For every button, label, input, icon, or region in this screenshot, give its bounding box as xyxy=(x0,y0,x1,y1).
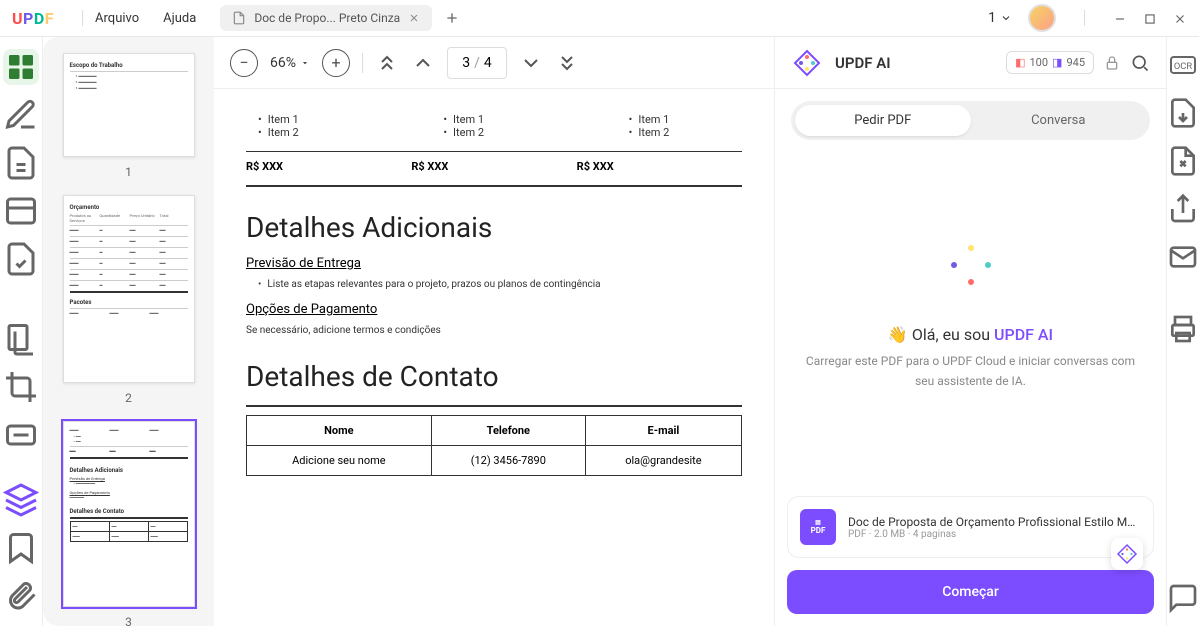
document-tab[interactable]: Doc de Propo... Preto Cinza xyxy=(220,5,432,31)
titlebar: UPDF Arquivo Ajuda Doc de Propo... Preto… xyxy=(0,0,1199,37)
attachment-tool[interactable] xyxy=(3,578,39,614)
avatar[interactable] xyxy=(1028,4,1056,32)
left-toolbar xyxy=(0,37,43,626)
credits-display[interactable]: ◧100 ◨945 xyxy=(1006,51,1094,74)
thumbnail-label: 3 xyxy=(59,615,198,626)
share-tool[interactable] xyxy=(1167,193,1199,225)
separator xyxy=(82,10,83,26)
layers-tool[interactable] xyxy=(3,482,39,518)
document-icon xyxy=(232,11,246,25)
ai-subtext: Carregar este PDF para o UPDF Cloud e in… xyxy=(799,352,1142,390)
separator xyxy=(362,53,363,73)
new-tab-button[interactable] xyxy=(440,6,464,30)
annotate-tool[interactable] xyxy=(3,145,39,181)
start-button[interactable]: Começar xyxy=(787,570,1154,614)
thumbnail-2[interactable]: Orçamento Produtos ou ServiçosQuantidade… xyxy=(63,195,195,383)
crop-tool[interactable] xyxy=(3,369,39,405)
page-input[interactable]: 3 / 4 xyxy=(447,47,507,79)
chat-tool[interactable] xyxy=(1167,582,1199,614)
file-meta: PDF · 2.0 MB · 4 paginas xyxy=(848,529,1141,540)
ai-tabs: Pedir PDF Conversa xyxy=(775,89,1166,140)
heading-payment: Opções de Pagamento xyxy=(246,302,742,317)
thumbnail-1[interactable]: Escopo do Trabalho • ━━━━━━• ━━━━━━• ━━━… xyxy=(63,53,195,157)
redact-tool[interactable] xyxy=(3,417,39,453)
ai-file-card: ▤PDF Doc de Proposta de Orçamento Profis… xyxy=(787,496,1154,558)
heading-contact: Detalhes de Contato xyxy=(246,360,742,393)
document-toolbar: − 66% + 3 / 4 xyxy=(214,37,774,89)
last-page-button[interactable] xyxy=(555,51,579,75)
next-page-button[interactable] xyxy=(519,51,543,75)
ai-body: 👋Olá, eu sou UPDF AI Carregar este PDF p… xyxy=(775,140,1166,496)
edit-tool[interactable] xyxy=(3,97,39,133)
zoom-in-button[interactable]: + xyxy=(322,49,350,77)
updf-ai-logo-icon xyxy=(791,47,823,79)
maximize-icon[interactable] xyxy=(1143,11,1157,25)
menu-ajuda[interactable]: Ajuda xyxy=(163,11,196,26)
file-name: Doc de Proposta de Orçamento Profissiona… xyxy=(848,515,1141,529)
separator xyxy=(1084,10,1085,26)
app-logo: UPDF xyxy=(12,9,54,28)
thumbnail-3[interactable]: ━━━━━━━━━ • ━━• ━━ ━━━━━━ Detalhes Adici… xyxy=(63,421,195,607)
thumbnails-tool[interactable] xyxy=(3,49,39,85)
thumbnails-panel: Escopo do Trabalho • ━━━━━━• ━━━━━━• ━━━… xyxy=(43,37,214,626)
right-toolbar: OCR xyxy=(1166,37,1199,626)
ocr-tool[interactable]: OCR xyxy=(1167,49,1199,81)
svg-text:OCR: OCR xyxy=(1174,61,1192,72)
ai-title: UPDF AI xyxy=(835,54,891,72)
bookmark-tool[interactable] xyxy=(3,530,39,566)
menu-arquivo[interactable]: Arquivo xyxy=(95,11,139,26)
forecast-text: Liste as etapas relevantes para o projet… xyxy=(246,279,742,290)
tab-pedir-pdf[interactable]: Pedir PDF xyxy=(795,105,971,136)
zoom-out-button[interactable]: − xyxy=(230,49,258,77)
thumbnail-label: 1 xyxy=(59,165,198,179)
tab-conversa[interactable]: Conversa xyxy=(971,105,1147,136)
close-window-icon[interactable] xyxy=(1173,11,1187,25)
dropdown-icon xyxy=(300,58,310,68)
tab-title: Doc de Propo... Preto Cinza xyxy=(254,11,400,25)
thumbnail-label: 2 xyxy=(59,391,198,405)
print-tool[interactable] xyxy=(1167,313,1199,345)
ai-header: UPDF AI ◧100 ◨945 xyxy=(775,37,1166,89)
form-tool[interactable] xyxy=(3,193,39,229)
items-section: Item 1Item 2 Item 1Item 2 Item 1Item 2 xyxy=(246,113,742,139)
payment-text: Se necessário, adicione termos e condiçõ… xyxy=(246,325,742,336)
compress-tool[interactable] xyxy=(1167,145,1199,177)
document-page: Item 1Item 2 Item 1Item 2 Item 1Item 2 R… xyxy=(214,89,774,626)
pages-tool[interactable] xyxy=(3,321,39,357)
price-row: R$ XXXR$ XXXR$ XXX xyxy=(246,151,742,173)
contact-table: Nome Telefone E-mail Adicione seu nome (… xyxy=(246,415,742,476)
chevron-down-icon xyxy=(1000,12,1012,24)
lock-icon[interactable] xyxy=(1104,55,1120,71)
email-tool[interactable] xyxy=(1167,241,1199,273)
first-page-button[interactable] xyxy=(375,51,399,75)
pdf-badge-icon: ▤PDF xyxy=(800,509,836,545)
ai-greeting: 👋Olá, eu sou UPDF AI xyxy=(888,325,1053,344)
prev-page-button[interactable] xyxy=(411,51,435,75)
ai-panel: UPDF AI ◧100 ◨945 Pedir PDF Conversa xyxy=(774,37,1166,626)
workspace-dropdown[interactable]: 1 xyxy=(988,10,1012,26)
workspace: Escopo do Trabalho • ━━━━━━• ━━━━━━• ━━━… xyxy=(0,37,1199,626)
minimize-icon[interactable] xyxy=(1113,11,1127,25)
document-scroll[interactable]: Item 1Item 2 Item 1Item 2 Item 1Item 2 R… xyxy=(214,89,774,626)
zoom-dropdown[interactable]: 66% xyxy=(270,55,310,71)
loading-dots-icon xyxy=(951,245,991,285)
document-area: − 66% + 3 / 4 Item 1Item 2 Item 1Item 2 xyxy=(214,37,774,626)
ai-floating-button[interactable] xyxy=(1111,538,1143,570)
close-icon[interactable] xyxy=(408,12,420,24)
fill-sign-tool[interactable] xyxy=(3,241,39,277)
export-tool[interactable] xyxy=(1167,97,1199,129)
search-icon[interactable] xyxy=(1130,53,1150,73)
heading-forecast: Previsão de Entrega xyxy=(246,256,742,271)
heading-additional: Detalhes Adicionais xyxy=(246,211,742,244)
